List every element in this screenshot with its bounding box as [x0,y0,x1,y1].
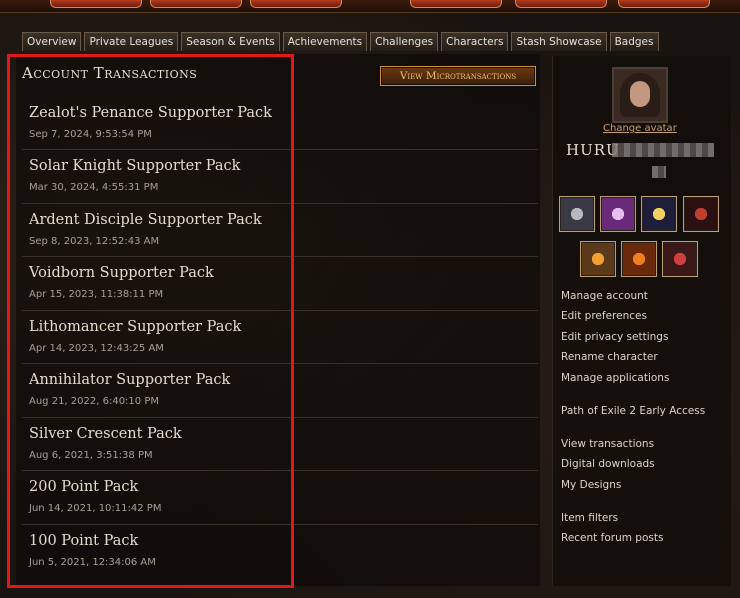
edit-privacy-settings-link[interactable]: Edit privacy settings [561,331,668,343]
top-nav-bar [0,0,740,13]
list-item: Annihilator Supporter Pack Aug 21, 2022,… [22,364,538,418]
list-item: Silver Crescent Pack Aug 6, 2021, 3:51:3… [22,418,538,471]
redacted-username [652,166,666,178]
manage-applications-link[interactable]: Manage applications [561,372,669,384]
list-item: 100 Point Pack Jun 5, 2021, 12:34:06 AM [22,525,538,578]
transaction-date: Jun 5, 2021, 12:34:06 AM [29,556,156,568]
list-item: Zealot's Penance Supporter Pack Sep 7, 2… [22,97,538,150]
badge-icon[interactable] [580,241,616,277]
poe2-early-access-link[interactable]: Path of Exile 2 Early Access [561,405,705,417]
list-item: Voidborn Supporter Pack Apr 15, 2023, 11… [22,257,538,311]
transaction-date: Apr 14, 2023, 12:43:25 AM [29,342,164,354]
transaction-name: 200 Point Pack [29,479,139,495]
transaction-date: Sep 7, 2024, 9:53:54 PM [29,129,152,140]
badge-icon[interactable] [559,196,595,232]
list-item: Ardent Disciple Supporter Pack Sep 8, 20… [22,204,538,257]
transaction-date: Aug 21, 2022, 6:40:10 PM [29,396,159,407]
transaction-name: Lithomancer Supporter Pack [29,318,242,335]
top-nav-item[interactable] [250,0,342,8]
top-nav-item[interactable] [618,0,710,8]
top-nav-item[interactable] [50,0,142,8]
badge-icon[interactable] [641,196,677,232]
edit-preferences-link[interactable]: Edit preferences [561,310,647,322]
badge-icon[interactable] [600,196,636,232]
tab-private-leagues[interactable]: Private Leagues [84,32,179,51]
top-nav-item[interactable] [150,0,242,8]
transaction-name: Ardent Disciple Supporter Pack [29,211,262,228]
tab-challenges[interactable]: Challenges [370,32,439,51]
page-title: Account Transactions [22,64,198,82]
transaction-name: 100 Point Pack [29,532,139,549]
list-item: 200 Point Pack Jun 14, 2021, 10:11:42 PM [22,471,538,525]
tab-characters[interactable]: Characters [441,32,509,51]
transaction-date: Aug 6, 2021, 3:51:38 PM [29,449,153,461]
manage-account-link[interactable]: Manage account [561,290,648,302]
top-nav-item[interactable] [410,0,502,8]
transaction-name: Solar Knight Supporter Pack [29,158,241,174]
view-microtransactions-button[interactable]: View Microtransactions [380,66,536,86]
list-item: Lithomancer Supporter Pack Apr 14, 2023,… [22,311,538,364]
transaction-name: Zealot's Penance Supporter Pack [29,105,272,121]
tab-overview[interactable]: Overview [22,32,82,51]
list-item: Solar Knight Supporter Pack Mar 30, 2024… [22,150,538,204]
badge-icon[interactable] [662,241,698,277]
change-avatar-link[interactable]: Change avatar [603,123,677,134]
transaction-name: Annihilator Supporter Pack [29,372,231,388]
tab-season-events[interactable]: Season & Events [181,32,280,51]
item-filters-link[interactable]: Item filters [561,512,618,524]
top-nav-item[interactable] [515,0,607,8]
transaction-list: Zealot's Penance Supporter Pack Sep 7, 2… [22,97,538,577]
digital-downloads-link[interactable]: Digital downloads [561,458,655,470]
transaction-name: Voidborn Supporter Pack [29,265,214,281]
badge-icon[interactable] [683,196,719,232]
transaction-date: Mar 30, 2024, 4:55:31 PM [29,182,159,193]
badge-icon[interactable] [621,241,657,277]
profile-tabs: Overview Private Leagues Season & Events… [22,32,659,51]
tab-achievements[interactable]: Achievements [282,32,368,51]
my-designs-link[interactable]: My Designs [561,479,621,491]
avatar-face [630,81,650,107]
view-transactions-link[interactable]: View transactions [561,438,654,450]
transaction-date: Jun 14, 2021, 10:11:42 PM [29,503,162,514]
rename-character-link[interactable]: Rename character [561,351,658,363]
transaction-name: Silver Crescent Pack [29,425,182,442]
tab-stash-showcase[interactable]: Stash Showcase [511,32,607,51]
transaction-date: Sep 8, 2023, 12:52:43 AM [29,235,160,247]
transaction-date: Apr 15, 2023, 11:38:11 PM [29,289,164,300]
redacted-username [612,143,714,157]
tab-badges[interactable]: Badges [609,32,659,51]
avatar[interactable] [612,67,668,123]
recent-forum-posts-link[interactable]: Recent forum posts [561,532,663,544]
